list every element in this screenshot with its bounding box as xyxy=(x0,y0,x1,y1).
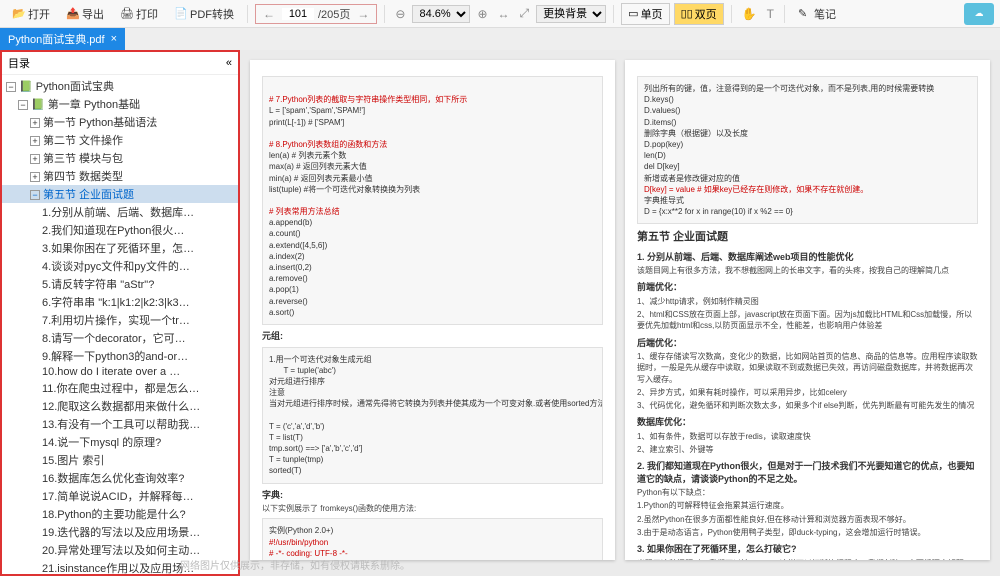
page-total: /205页 xyxy=(318,6,350,22)
tree-section[interactable]: +第三节 模块与包 xyxy=(2,149,238,167)
page-navigation: ← /205页 → xyxy=(255,4,377,24)
print-button[interactable]: 🖨打印 xyxy=(114,3,164,25)
tree-leaf[interactable]: 10.how do I iterate over a … xyxy=(2,365,238,379)
tree-toggle-icon[interactable]: − xyxy=(6,82,16,92)
zoom-select[interactable]: 84.6% xyxy=(412,5,470,23)
page-prev-arrow[interactable]: ← xyxy=(260,7,278,21)
tree-toggle-icon[interactable]: − xyxy=(18,100,28,110)
close-icon[interactable]: × xyxy=(111,33,117,45)
tree-leaf[interactable]: 9.解释一下python3的and-or… xyxy=(2,347,238,365)
tree-leaf[interactable]: 1.分别从前端、后端、数据库… xyxy=(2,203,238,221)
print-icon: 🖨 xyxy=(120,7,134,21)
tab-document[interactable]: Python面试宝典.pdf × xyxy=(0,28,125,50)
double-page-button[interactable]: ▯▯双页 xyxy=(674,3,724,25)
tree-leaf[interactable]: 16.数据库怎么优化查询效率? xyxy=(2,469,238,487)
page-next-arrow[interactable]: → xyxy=(354,7,372,21)
footer-watermark: 网络图片仅供展示，非存储，如有侵权请联系删除。 xyxy=(180,557,410,572)
tree-toggle-icon[interactable]: + xyxy=(30,118,40,128)
fit-page-icon[interactable]: ⤢ xyxy=(517,6,533,21)
tree-leaf[interactable]: 8.请写一个decorator，它可… xyxy=(2,329,238,347)
tree-root[interactable]: −📗 Python面试宝典 xyxy=(2,77,238,95)
export-button[interactable]: 📤导出 xyxy=(60,3,110,25)
tree-chapter[interactable]: −📗 第一章 Python基础 xyxy=(2,95,238,113)
tree-leaf[interactable]: 17.简单说说ACID，并解释每… xyxy=(2,487,238,505)
sidebar-header: 目录 xyxy=(8,55,30,71)
note-button[interactable]: ✎笔记 xyxy=(792,3,842,25)
tree-leaf[interactable]: 12.爬取这么数据都用来做什么… xyxy=(2,397,238,415)
tree-leaf[interactable]: 11.你在爬虫过程中，都是怎么… xyxy=(2,379,238,397)
tree-toggle-icon[interactable]: + xyxy=(30,154,40,164)
double-page-icon: ▯▯ xyxy=(681,7,693,20)
text-tool-icon[interactable]: T xyxy=(764,7,777,21)
outline-tree: −📗 Python面试宝典 −📗 第一章 Python基础 +第一节 Pytho… xyxy=(2,75,238,576)
cloud-badge[interactable]: ☁ xyxy=(964,3,994,25)
tree-section[interactable]: +第二节 文件操作 xyxy=(2,131,238,149)
toolbar: 📂打开 📤导出 🖨打印 📄PDF转换 ← /205页 → ⊖ 84.6% ⊕ ↔… xyxy=(0,0,1000,28)
page-input[interactable] xyxy=(282,8,314,20)
export-icon: 📤 xyxy=(66,7,80,21)
sidebar-collapse-icon[interactable]: « xyxy=(226,57,232,69)
tree-leaf[interactable]: 3.如果你困在了死循环里，怎… xyxy=(2,239,238,257)
book-icon: 📗 xyxy=(19,81,33,93)
tree-toggle-icon[interactable]: + xyxy=(30,136,40,146)
zoom-in-icon[interactable]: ⊕ xyxy=(474,7,490,21)
tree-toggle-icon[interactable]: − xyxy=(30,190,40,200)
zoom-out-icon[interactable]: ⊖ xyxy=(392,7,408,21)
page-left: # 7.Python列表的截取与字符串操作类型相同，如下所示 L = ['spa… xyxy=(250,60,615,560)
book-icon: 📗 xyxy=(31,99,45,111)
outline-sidebar: 目录 « −📗 Python面试宝典 −📗 第一章 Python基础 +第一节 P… xyxy=(0,50,240,576)
single-page-icon: ▭ xyxy=(628,7,638,20)
tree-leaf[interactable]: 7.利用切片操作，实现一个tr… xyxy=(2,311,238,329)
tab-bar: Python面试宝典.pdf × xyxy=(0,28,1000,50)
tree-leaf[interactable]: 6.字符串串 "k:1|k1:2|k2:3|k3… xyxy=(2,293,238,311)
tab-title: Python面试宝典.pdf xyxy=(8,31,105,47)
background-select[interactable]: 更换背景 xyxy=(536,5,606,23)
tree-section-active[interactable]: −第五节 企业面试题 xyxy=(2,185,238,203)
folder-icon: 📂 xyxy=(12,7,26,21)
note-icon: ✎ xyxy=(798,7,812,21)
tree-section[interactable]: +第四节 数据类型 xyxy=(2,167,238,185)
tree-leaf[interactable]: 13.有没有一个工具可以帮助我… xyxy=(2,415,238,433)
tree-leaf[interactable]: 2.我们知道现在Python很火… xyxy=(2,221,238,239)
page-right: 列出所有的键，值，注意得到的是一个可迭代对象，而不是列表,用的时候需要转换 D.… xyxy=(625,60,990,560)
tree-section[interactable]: +第一节 Python基础语法 xyxy=(2,113,238,131)
hand-tool-icon[interactable]: ✋ xyxy=(739,7,760,21)
page-content: # 7.Python列表的截取与字符串操作类型相同，如下所示 L = ['spa… xyxy=(240,50,1000,576)
tree-toggle-icon[interactable]: + xyxy=(30,172,40,182)
tree-leaf[interactable]: 4.谈谈对pyc文件和py文件的… xyxy=(2,257,238,275)
single-page-button[interactable]: ▭单页 xyxy=(621,3,669,25)
tree-leaf[interactable]: 5.请反转字符串 "aStr"? xyxy=(2,275,238,293)
tree-leaf[interactable]: 14.说一下mysql 的原理? xyxy=(2,433,238,451)
fit-width-icon[interactable]: ↔ xyxy=(495,7,513,21)
open-button[interactable]: 📂打开 xyxy=(6,3,56,25)
tree-leaf[interactable]: 19.迭代器的写法以及应用场景… xyxy=(2,523,238,541)
tree-leaf[interactable]: 18.Python的主要功能是什么? xyxy=(2,505,238,523)
tree-leaf[interactable]: 15.图片 索引 xyxy=(2,451,238,469)
convert-button[interactable]: 📄PDF转换 xyxy=(168,3,240,25)
convert-icon: 📄 xyxy=(174,7,188,21)
